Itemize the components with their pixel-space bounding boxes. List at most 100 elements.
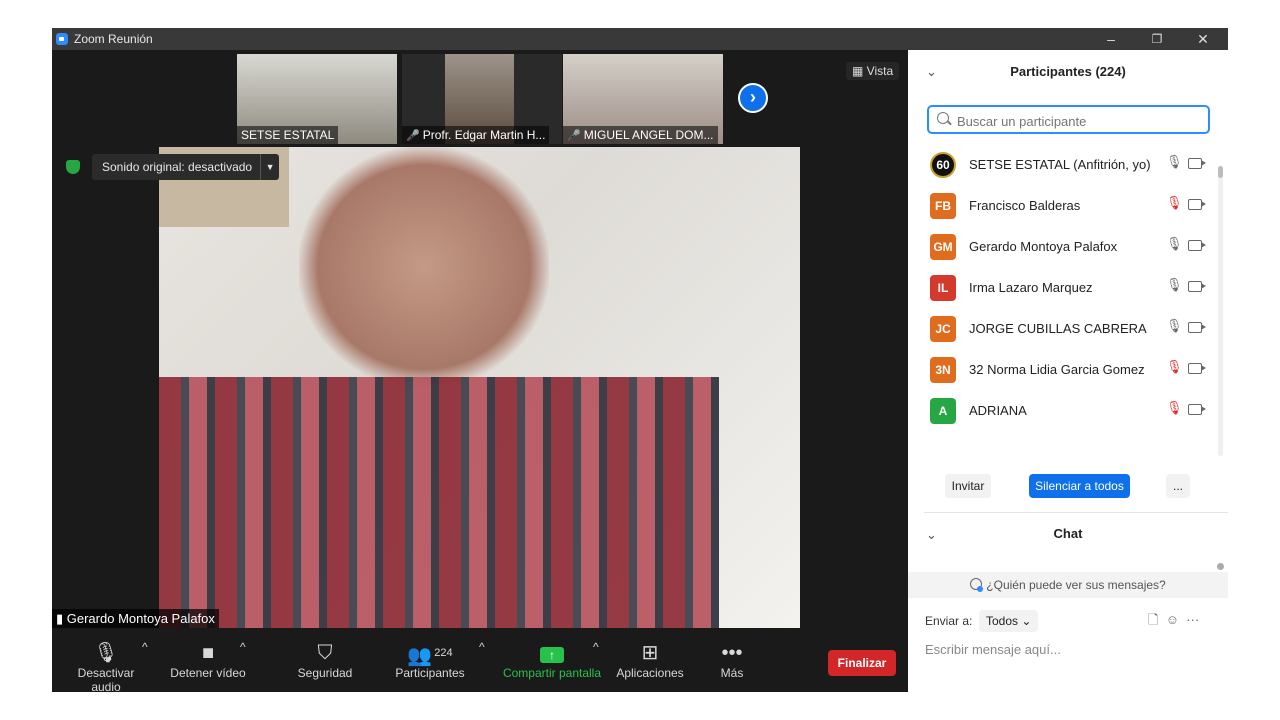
thumbnail-miguel[interactable]: 🎤 MIGUEL ANGEL DOM... xyxy=(563,54,723,144)
apps-button[interactable]: ⊞ Aplicaciones xyxy=(615,640,685,680)
thumbnail-edgar[interactable]: 🎤 Profr. Edgar Martin H... xyxy=(402,54,562,144)
person-icon xyxy=(970,578,984,592)
mic-muted-icon: 🎤 xyxy=(567,130,581,142)
mic-muted-icon: 🎤 xyxy=(406,130,420,142)
window-title: Zoom Reunión xyxy=(74,32,153,46)
view-button[interactable]: ▦ Vista xyxy=(846,62,900,80)
next-page-arrow-icon[interactable]: › xyxy=(738,83,768,113)
camera-icon[interactable] xyxy=(1188,404,1206,415)
microphone-icon[interactable]: 🎙 xyxy=(1166,236,1183,252)
participant-row[interactable]: A ADRIANA 🎙 xyxy=(908,390,1218,431)
participants-button[interactable]: 👥 224 Participantes xyxy=(394,640,466,680)
meeting-toolbar: 🎙 Desactivar audio ^ ■ Detener vídeo ^ ⛉… xyxy=(52,628,908,692)
send-to-dropdown[interactable]: Todos ⌄ xyxy=(979,610,1039,632)
chat-tools: 🗋 ☺ ··· xyxy=(1148,611,1199,633)
participant-row[interactable]: 3N 32 Norma Lidia Garcia Gomez 🎙 xyxy=(908,349,1218,390)
chevron-down-icon: ⌄ xyxy=(1021,614,1032,628)
security-button[interactable]: ⛉ Seguridad xyxy=(296,640,354,680)
participants-caret-icon[interactable]: ^ xyxy=(479,640,485,654)
participant-avatar: FB xyxy=(930,193,956,219)
more-dots-icon[interactable]: ··· xyxy=(1186,612,1199,627)
minimize-button[interactable]: – xyxy=(1088,28,1134,50)
mic-muted-icon[interactable]: 🎙 xyxy=(1166,195,1183,211)
zoom-logo-icon xyxy=(56,33,68,45)
camera-icon[interactable] xyxy=(1188,199,1206,210)
stop-video-button[interactable]: ■ Detener vídeo xyxy=(168,640,248,680)
participant-list: 60 SETSE ESTATAL (Anfitrión, yo) 🎙 FB Fr… xyxy=(908,144,1218,431)
signal-bars-icon: ▮ xyxy=(56,611,67,626)
video-camera-icon: ■ xyxy=(201,642,215,664)
speaker-shirt xyxy=(159,377,719,628)
panel-divider xyxy=(924,512,1228,513)
camera-icon[interactable] xyxy=(1188,363,1206,374)
zoom-window: Zoom Reunión – ❐ ✕ SETSE ESTATAL 🎤 Profr.… xyxy=(52,28,1228,692)
emoji-icon[interactable]: ☺ xyxy=(1166,612,1179,627)
thumbnail-label: SETSE ESTATAL xyxy=(237,126,339,144)
participant-actions: Invitar Silenciar a todos ... xyxy=(908,474,1228,500)
speaker-name-label: ▮ Gerardo Montoya Palafox xyxy=(52,609,219,629)
original-sound-label: Sonido original: desactivado xyxy=(102,160,253,174)
audio-options-caret-icon[interactable]: ^ xyxy=(142,640,148,654)
participant-list-scrollbar[interactable] xyxy=(1218,166,1223,456)
stop-video-label: Detener vídeo xyxy=(170,666,246,680)
invite-button[interactable]: Invitar xyxy=(945,474,991,498)
participant-name: SETSE ESTATAL (Anfitrión, yo) xyxy=(969,157,1151,172)
participant-row[interactable]: IL Irma Lazaro Marquez 🎙 xyxy=(908,267,1218,308)
share-screen-label: Compartir pantalla xyxy=(502,666,602,680)
participant-search[interactable] xyxy=(927,105,1210,134)
title-bar: Zoom Reunión – ❐ ✕ xyxy=(52,28,1228,50)
participants-count: 224 xyxy=(434,647,453,659)
camera-icon[interactable] xyxy=(1188,240,1206,251)
share-screen-icon: ↑ xyxy=(502,640,602,666)
speaker-face xyxy=(299,147,549,387)
participant-row[interactable]: GM Gerardo Montoya Palafox 🎙 xyxy=(908,226,1218,267)
participants-title: Participantes (224) xyxy=(1010,64,1126,79)
scrollbar-thumb[interactable] xyxy=(1218,166,1223,178)
participant-row[interactable]: JC JORGE CUBILLAS CABRERA 🎙 xyxy=(908,308,1218,349)
participant-row[interactable]: 60 SETSE ESTATAL (Anfitrión, yo) 🎙 xyxy=(908,144,1218,185)
mic-muted-icon[interactable]: 🎙 xyxy=(1166,359,1183,375)
participant-avatar: JC xyxy=(930,316,956,342)
chevron-down-icon[interactable]: ▼ xyxy=(260,154,279,180)
end-meeting-button[interactable]: Finalizar xyxy=(828,650,896,676)
participant-name: 32 Norma Lidia Garcia Gomez xyxy=(969,362,1145,377)
original-sound-banner[interactable]: Sonido original: desactivado ▼ xyxy=(92,154,280,180)
camera-icon[interactable] xyxy=(1188,281,1206,292)
participant-avatar: GM xyxy=(930,234,956,260)
more-button[interactable]: ••• Más xyxy=(716,640,748,680)
microphone-icon[interactable]: 🎙 xyxy=(1166,154,1183,170)
who-can-see-messages[interactable]: ¿Quién puede ver sus mensajes? xyxy=(908,572,1228,598)
microphone-icon[interactable]: 🎙 xyxy=(1166,277,1183,293)
microphone-icon: 🎙 xyxy=(93,642,119,664)
microphone-icon[interactable]: 🎙 xyxy=(1166,318,1183,334)
thumbnail-setse[interactable]: SETSE ESTATAL xyxy=(237,54,397,144)
mic-muted-icon[interactable]: 🎙 xyxy=(1166,400,1183,416)
participants-header: ⌄ Participantes (224) xyxy=(908,50,1228,94)
file-icon[interactable]: 🗋 xyxy=(1148,612,1158,627)
share-screen-button[interactable]: ↑ Compartir pantalla xyxy=(502,640,602,680)
participant-name: Francisco Balderas xyxy=(969,198,1081,213)
participant-name: JORGE CUBILLAS CABRERA xyxy=(969,321,1147,336)
restore-button[interactable]: ❐ xyxy=(1134,28,1180,50)
send-to-label: Enviar a: xyxy=(925,614,973,628)
share-options-caret-icon[interactable]: ^ xyxy=(593,640,599,654)
mute-all-button[interactable]: Silenciar a todos xyxy=(1029,474,1130,498)
camera-icon[interactable] xyxy=(1188,322,1206,333)
participant-search-input[interactable] xyxy=(955,110,1199,132)
mute-button[interactable]: 🎙 Desactivar audio xyxy=(62,640,150,692)
close-window-button[interactable]: ✕ xyxy=(1180,28,1226,50)
participant-row[interactable]: FB Francisco Balderas 🎙 xyxy=(908,185,1218,226)
more-options-button[interactable]: ... xyxy=(1166,474,1190,498)
participant-avatar: A xyxy=(930,398,956,424)
thumbnail-label: 🎤 MIGUEL ANGEL DOM... xyxy=(563,126,718,144)
shield-icon: ⛉ xyxy=(317,642,333,664)
chat-message-input[interactable]: Escribir mensaje aquí... xyxy=(925,642,1061,657)
grid-icon: ▦ xyxy=(852,64,867,78)
participants-icon: 👥 224 xyxy=(407,645,453,667)
mute-label: Desactivar audio xyxy=(77,666,135,692)
participant-avatar: IL xyxy=(930,275,956,301)
meeting-stage: SETSE ESTATAL 🎤 Profr. Edgar Martin H... … xyxy=(52,50,908,692)
video-options-caret-icon[interactable]: ^ xyxy=(240,640,246,654)
camera-icon[interactable] xyxy=(1188,158,1206,169)
chat-title: Chat xyxy=(1053,526,1083,541)
